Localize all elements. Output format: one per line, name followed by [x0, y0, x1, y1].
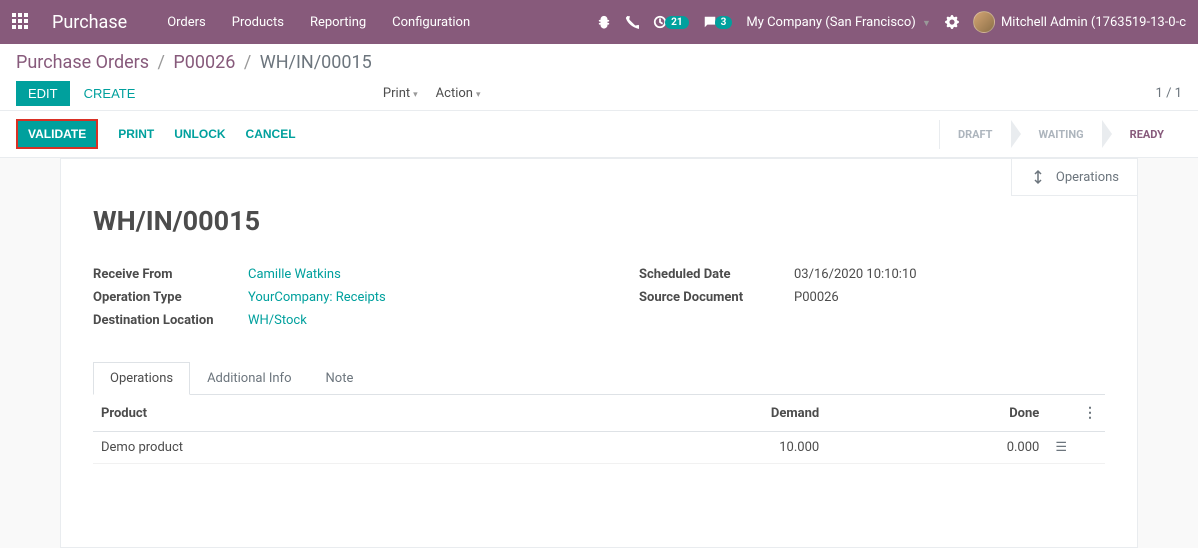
status-ready[interactable]: READY: [1112, 120, 1182, 149]
nav-orders[interactable]: Orders: [167, 15, 206, 30]
phone-icon[interactable]: [625, 15, 639, 29]
form-sheet: Operations WH/IN/00015 Receive From Cami…: [60, 158, 1138, 548]
tab-note[interactable]: Note: [309, 362, 371, 395]
nav-products[interactable]: Products: [232, 15, 284, 30]
breadcrumb: Purchase Orders / P00026 / WH/IN/00015: [16, 52, 1182, 73]
receive-from-value[interactable]: Camille Watkins: [248, 267, 341, 282]
main-navbar: Purchase Orders Products Reporting Confi…: [0, 0, 1198, 44]
status-bar: VALIDATE PRINT UNLOCK CANCEL DRAFT WAITI…: [0, 110, 1198, 158]
print-dropdown[interactable]: Print▾: [383, 86, 418, 101]
nav-configuration[interactable]: Configuration: [392, 15, 470, 30]
unlock-button[interactable]: UNLOCK: [174, 127, 225, 141]
form-grid: Receive From Camille Watkins Operation T…: [93, 267, 1105, 336]
detail-icon[interactable]: ☰: [1055, 440, 1067, 455]
source-label: Source Document: [639, 290, 794, 305]
scheduled-value: 03/16/2020 10:10:10: [794, 267, 917, 282]
control-bar: Purchase Orders / P00026 / WH/IN/00015 E…: [0, 44, 1198, 110]
action-dropdown[interactable]: Action▾: [436, 86, 481, 101]
updown-arrow-icon: [1030, 169, 1046, 185]
record-title: WH/IN/00015: [93, 205, 1105, 237]
bug-icon[interactable]: [597, 15, 611, 29]
table-row[interactable]: Demo product 10.000 0.000 ☰: [93, 432, 1105, 464]
tab-additional-info[interactable]: Additional Info: [190, 362, 308, 395]
receive-from-label: Receive From: [93, 267, 248, 282]
settings-icon[interactable]: [945, 15, 959, 29]
operations-stat-label: Operations: [1056, 170, 1119, 185]
scheduled-label: Scheduled Date: [639, 267, 794, 282]
destination-label: Destination Location: [93, 313, 248, 328]
source-value: P00026: [794, 290, 839, 305]
print-button[interactable]: PRINT: [118, 127, 154, 141]
cancel-button[interactable]: CANCEL: [246, 127, 296, 141]
discuss-icon[interactable]: 3: [703, 15, 733, 29]
operations-table: Product Demand Done ⋮ Demo product 10.00…: [93, 395, 1105, 464]
nav-right: 21 3 My Company (San Francisco) ▼ Mitche…: [597, 11, 1186, 33]
col-done[interactable]: Done: [827, 395, 1047, 432]
destination-value[interactable]: WH/Stock: [248, 313, 307, 328]
activity-icon[interactable]: 21: [653, 15, 688, 29]
status-steps: DRAFT WAITING READY: [939, 120, 1182, 149]
user-menu[interactable]: Mitchell Admin (1763519-13-0-c: [973, 11, 1186, 33]
nav-reporting[interactable]: Reporting: [310, 15, 366, 30]
tabs: Operations Additional Info Note: [93, 362, 1105, 395]
company-selector[interactable]: My Company (San Francisco) ▼: [746, 15, 931, 30]
avatar: [973, 11, 995, 33]
app-title[interactable]: Purchase: [52, 12, 127, 33]
edit-row: EDIT CREATE Print▾ Action▾ 1 / 1: [16, 81, 1182, 106]
column-menu-icon[interactable]: ⋮: [1083, 405, 1097, 421]
operations-stat-button[interactable]: Operations: [1011, 158, 1138, 196]
operation-type-value[interactable]: YourCompany: Receipts: [248, 290, 386, 305]
status-waiting[interactable]: WAITING: [1021, 120, 1102, 149]
cell-done: 0.000: [827, 432, 1047, 464]
tab-operations[interactable]: Operations: [93, 362, 190, 395]
breadcrumb-current: WH/IN/00015: [260, 52, 372, 73]
breadcrumb-parent[interactable]: P00026: [173, 52, 235, 73]
user-name: Mitchell Admin (1763519-13-0-c: [1001, 15, 1186, 30]
create-button[interactable]: CREATE: [84, 86, 136, 101]
status-draft[interactable]: DRAFT: [939, 120, 1011, 149]
cell-demand: 10.000: [536, 432, 827, 464]
nav-menu: Orders Products Reporting Configuration: [167, 15, 470, 30]
pager[interactable]: 1 / 1: [1156, 86, 1182, 101]
col-product[interactable]: Product: [93, 395, 536, 432]
col-demand[interactable]: Demand: [536, 395, 827, 432]
apps-icon[interactable]: [12, 13, 30, 31]
edit-button[interactable]: EDIT: [16, 81, 70, 106]
activity-badge: 21: [665, 16, 688, 29]
breadcrumb-root[interactable]: Purchase Orders: [16, 52, 149, 73]
cell-product: Demo product: [93, 432, 536, 464]
discuss-badge: 3: [715, 16, 733, 29]
validate-button[interactable]: VALIDATE: [16, 119, 98, 149]
operation-type-label: Operation Type: [93, 290, 248, 305]
